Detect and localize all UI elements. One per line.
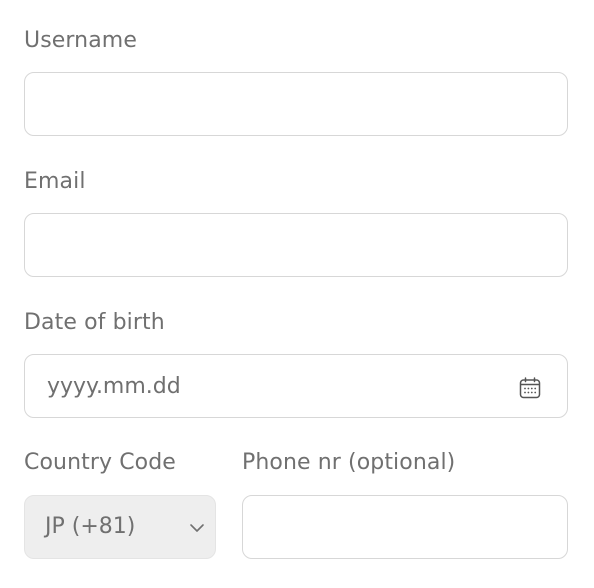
date-of-birth-field-wrapper <box>24 354 568 418</box>
date-of-birth-label: Date of birth <box>24 310 165 335</box>
username-input[interactable] <box>25 73 567 135</box>
country-code-select[interactable]: JP (+81) <box>24 495 216 559</box>
calendar-icon[interactable] <box>519 377 541 399</box>
phone-input[interactable] <box>243 496 567 558</box>
email-field-wrapper <box>24 213 568 277</box>
email-input[interactable] <box>25 214 567 276</box>
date-of-birth-input[interactable] <box>25 355 567 417</box>
country-code-label: Country Code <box>24 450 176 475</box>
phone-label: Phone nr (optional) <box>242 450 456 475</box>
username-field-wrapper <box>24 72 568 136</box>
chevron-down-icon <box>190 524 204 532</box>
email-label: Email <box>24 169 86 194</box>
country-code-selected-value: JP (+81) <box>45 514 136 539</box>
username-label: Username <box>24 28 137 53</box>
phone-field-wrapper <box>242 495 568 559</box>
